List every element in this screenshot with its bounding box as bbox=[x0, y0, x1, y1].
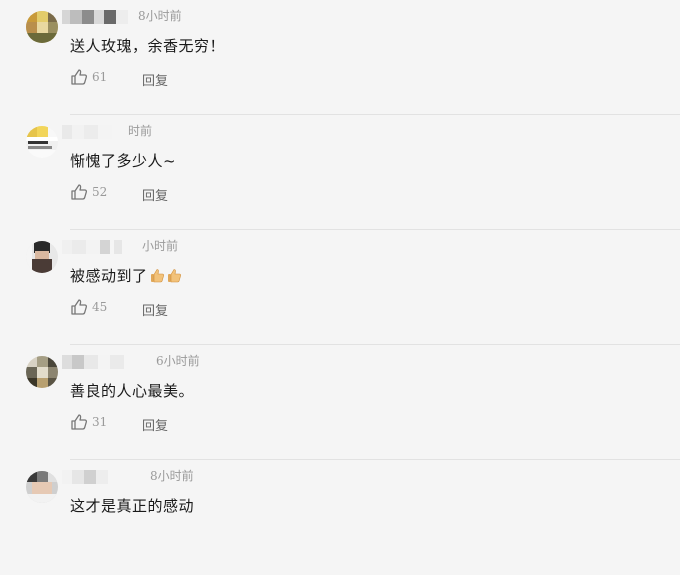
comment-item: 6小时前 善良的人心最美。 31 回复 bbox=[0, 345, 680, 460]
thumbs-up-emoji bbox=[167, 268, 182, 283]
like-count: 31 bbox=[92, 415, 108, 429]
comment-text-body: 被感动到了 bbox=[70, 267, 148, 285]
comment-item: 小时前 被感动到了 45 回复 bbox=[0, 230, 680, 345]
avatar[interactable] bbox=[26, 126, 58, 158]
comment-time: 小时前 bbox=[142, 239, 179, 253]
username-blurred[interactable] bbox=[62, 470, 132, 484]
username-blurred[interactable] bbox=[62, 240, 132, 254]
comment-text: 善良的人心最美。 bbox=[70, 382, 195, 400]
thumbs-up-icon[interactable] bbox=[70, 413, 88, 431]
comment-text: 这才是真正的感动 bbox=[70, 497, 195, 515]
comment-time: 时前 bbox=[128, 124, 153, 138]
comment-time: 8小时前 bbox=[138, 9, 182, 23]
comment-text: 被感动到了 bbox=[70, 265, 182, 286]
comment-time: 8小时前 bbox=[150, 469, 194, 483]
comment-text: 惭愧了多少人~ bbox=[70, 152, 177, 170]
thumbs-up-icon[interactable] bbox=[70, 183, 88, 201]
thumbs-up-emoji bbox=[150, 268, 165, 283]
reply-button[interactable]: 回复 bbox=[142, 300, 168, 319]
reply-button[interactable]: 回复 bbox=[142, 70, 168, 89]
comment-actions: 52 回复 bbox=[70, 183, 370, 204]
avatar[interactable] bbox=[26, 11, 58, 43]
comment-actions: 61 回复 bbox=[70, 68, 370, 89]
reply-button[interactable]: 回复 bbox=[142, 185, 168, 204]
avatar[interactable] bbox=[26, 241, 58, 273]
comment-item: 8小时前 送人玫瑰，余香无穷！ 61 回复 bbox=[0, 0, 680, 115]
comment-list: 8小时前 送人玫瑰，余香无穷！ 61 回复 时前 惭愧了多少人~ 52 回复 小… bbox=[0, 0, 680, 534]
thumbs-up-icon[interactable] bbox=[70, 68, 88, 86]
comment-text: 送人玫瑰，余香无穷！ bbox=[70, 37, 226, 55]
comment-time: 6小时前 bbox=[156, 354, 200, 368]
like-count: 45 bbox=[92, 300, 108, 314]
comment-actions: 45 回复 bbox=[70, 298, 370, 319]
comment-item: 时前 惭愧了多少人~ 52 回复 bbox=[0, 115, 680, 230]
thumbs-up-icon[interactable] bbox=[70, 298, 88, 316]
like-count: 61 bbox=[92, 70, 108, 84]
reply-button[interactable]: 回复 bbox=[142, 415, 168, 434]
username-blurred[interactable] bbox=[62, 355, 132, 369]
username-blurred[interactable] bbox=[62, 10, 134, 24]
comment-actions: 31 回复 bbox=[70, 413, 370, 434]
avatar[interactable] bbox=[26, 471, 58, 503]
comment-item: 8小时前 这才是真正的感动 bbox=[0, 460, 680, 575]
like-count: 52 bbox=[92, 185, 108, 199]
username-blurred[interactable] bbox=[62, 125, 122, 139]
avatar[interactable] bbox=[26, 356, 58, 388]
